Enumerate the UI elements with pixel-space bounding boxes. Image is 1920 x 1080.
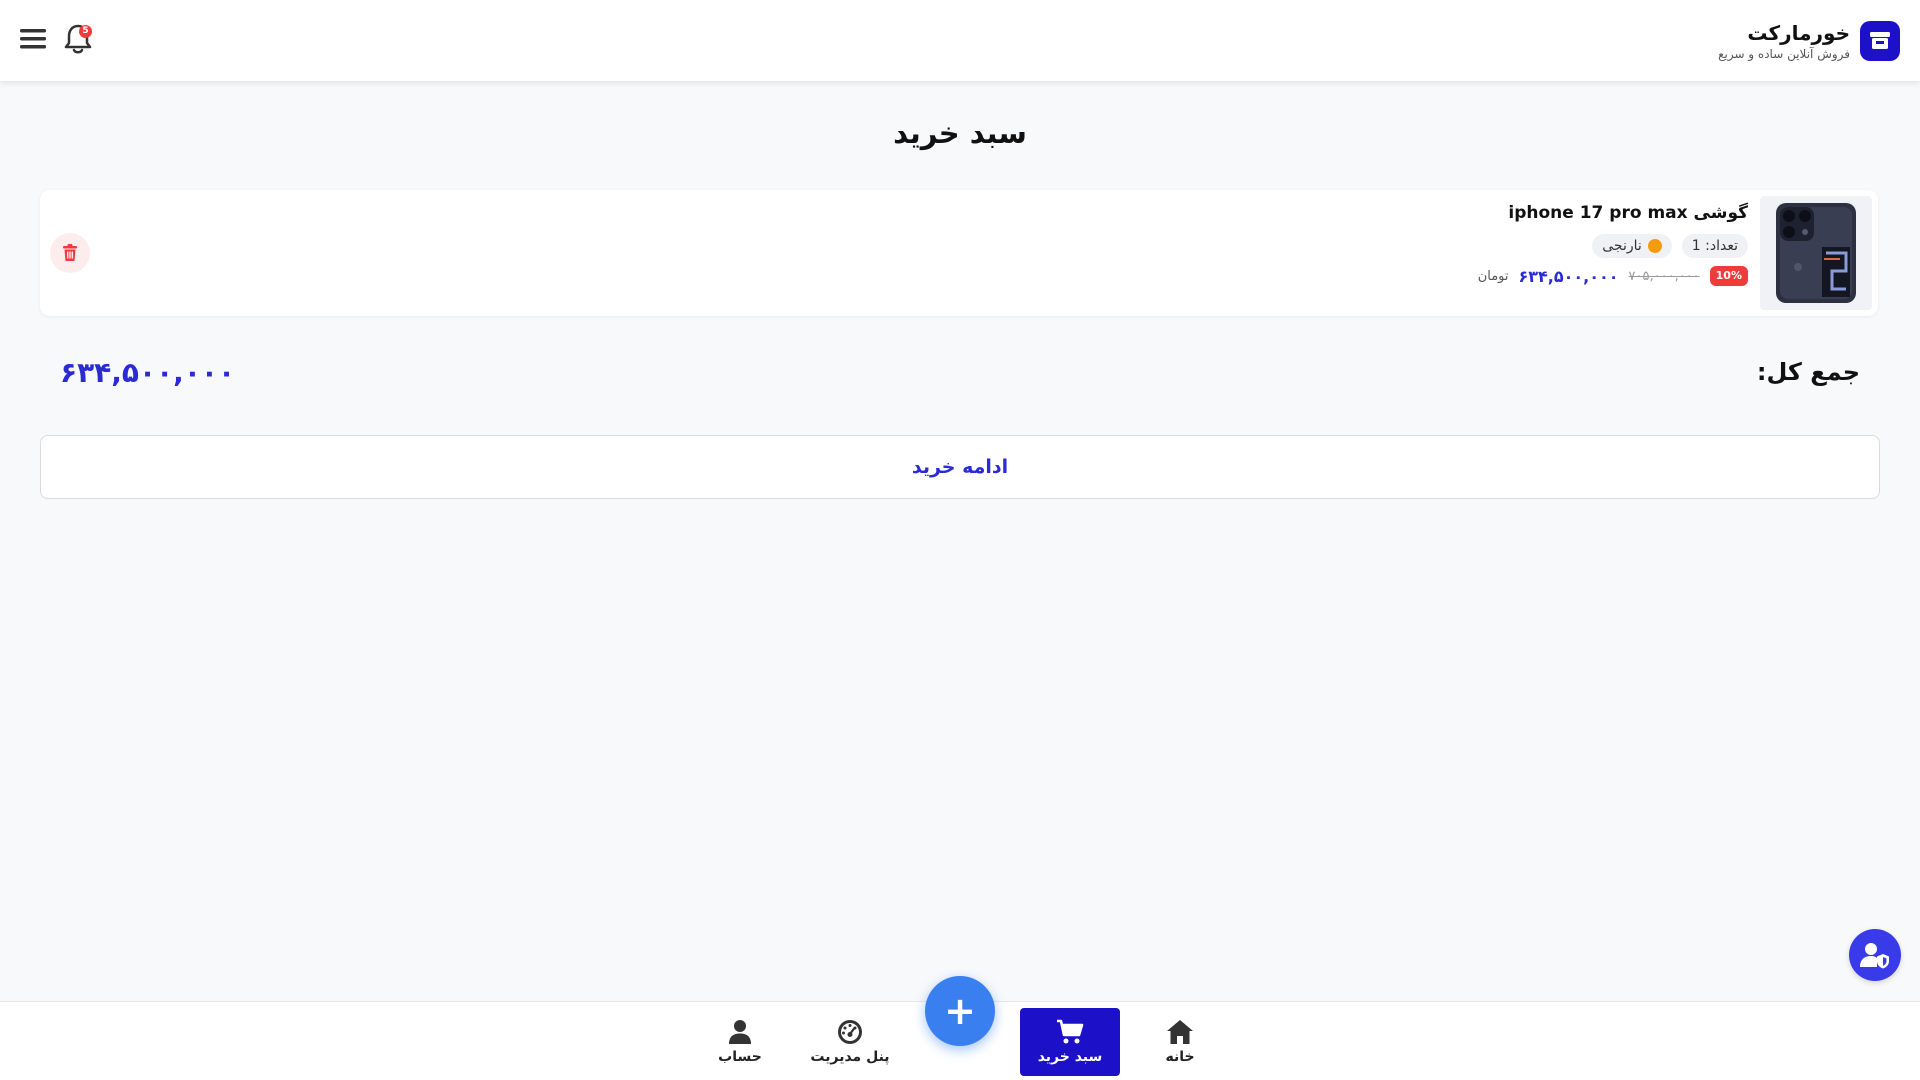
product-name[interactable]: گوشی iphone 17 pro max [1478, 200, 1748, 226]
quantity-chip: تعداد: 1 [1681, 234, 1748, 258]
user-shield-icon[interactable] [1849, 929, 1901, 981]
cart-item: گوشی iphone 17 pro max تعداد: 1 نارنجی 1… [40, 190, 1878, 316]
notifications-button[interactable]: 5 [62, 22, 96, 56]
nav-label-account: حساب [718, 1049, 762, 1065]
new-price: ۶۳۴,۵۰۰,۰۰۰ [1518, 266, 1619, 286]
nav-item-cart[interactable]: سبد خرید [1020, 1008, 1120, 1076]
color-swatch [1647, 239, 1662, 253]
discount-badge: 10% [1709, 266, 1748, 286]
currency-label: تومان [1477, 268, 1509, 284]
nav-item-admin-panel[interactable]: پنل مدیریت [800, 1008, 900, 1076]
total-label: جمع کل: [1756, 358, 1860, 386]
dashboard-gauge-icon [838, 1020, 862, 1044]
color-label: نارنجی [1602, 238, 1642, 254]
brand-tagline: فروش آنلاین ساده و سریع [1718, 47, 1850, 61]
nav-item-account[interactable]: حساب [690, 1008, 790, 1076]
total-value: ۶۳۴,۵۰۰,۰۰۰ [60, 356, 236, 389]
trash-icon [63, 244, 77, 261]
product-image[interactable] [1760, 196, 1872, 310]
page-title: سبد خرید [893, 116, 1027, 150]
notification-badge: 5 [79, 25, 92, 38]
brand-name: خورمارکت [1747, 21, 1850, 45]
user-icon [729, 1020, 751, 1044]
delete-item-button[interactable] [50, 233, 90, 273]
brand[interactable]: خورمارکت فروش آنلاین ساده و سریع [1718, 16, 1900, 66]
old-price: ۷۰۵,۰۰۰,۰۰۰ [1628, 268, 1700, 284]
store-icon [1860, 21, 1900, 61]
nav-label-home: خانه [1165, 1049, 1195, 1065]
add-fab-button[interactable]: + [925, 976, 995, 1046]
color-chip: نارنجی [1592, 234, 1672, 258]
cart-icon [1057, 1019, 1084, 1044]
home-icon [1167, 1020, 1193, 1044]
hamburger-menu-icon[interactable] [18, 24, 48, 54]
nav-item-home[interactable]: خانه [1130, 1008, 1230, 1076]
nav-label-admin-panel: پنل مدیریت [810, 1049, 890, 1065]
nav-label-cart: سبد خرید [1037, 1049, 1103, 1065]
continue-shopping-button[interactable]: ادامه خرید [40, 435, 1880, 499]
top-header: خورمارکت فروش آنلاین ساده و سریع 5 [0, 0, 1920, 81]
